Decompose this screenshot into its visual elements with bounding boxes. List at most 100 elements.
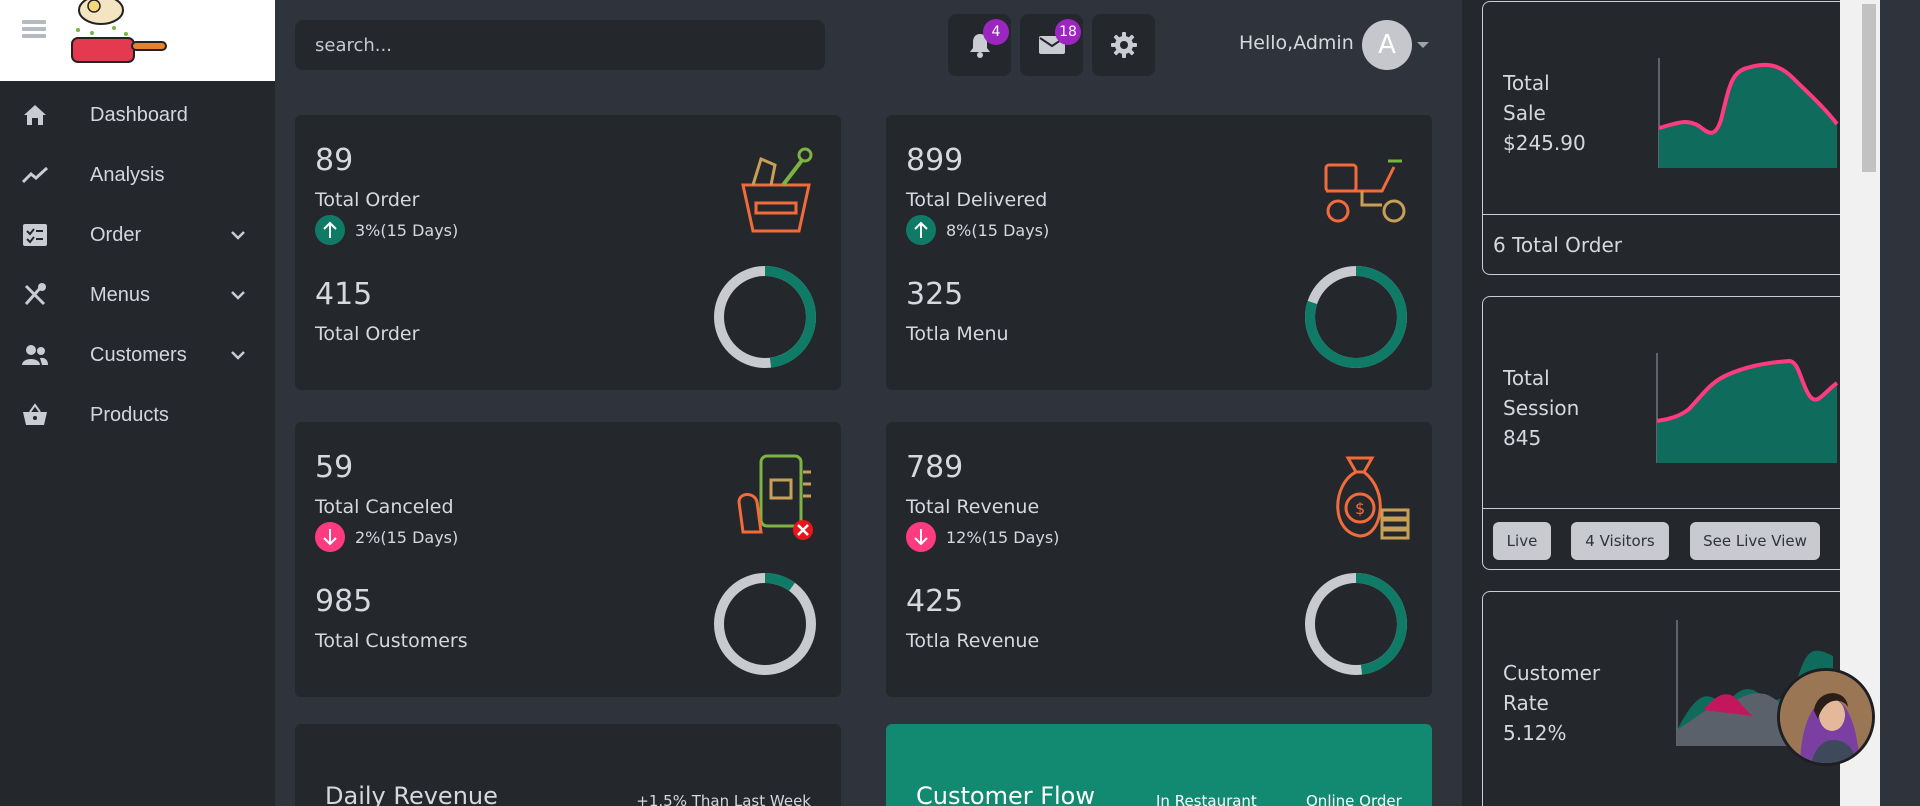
gear-icon bbox=[1110, 32, 1137, 58]
sidebar-item-order[interactable]: Order bbox=[0, 205, 275, 265]
sidebar-item-dashboard[interactable]: Dashboard bbox=[0, 85, 275, 145]
sale-footer: 6 Total Order bbox=[1483, 214, 1858, 274]
sidebar-item-label: Customers bbox=[90, 343, 187, 366]
stat-value-secondary: 425 bbox=[906, 584, 964, 619]
tab-in-restaurant[interactable]: In Restaurant bbox=[1156, 792, 1257, 806]
sidebar-item-label: Order bbox=[90, 223, 142, 246]
users-icon bbox=[20, 340, 50, 370]
messages-badge: 18 bbox=[1055, 19, 1081, 45]
logo-bar bbox=[0, 0, 275, 81]
sale-sparkline bbox=[1658, 58, 1839, 168]
scrollbar-thumb[interactable] bbox=[1862, 4, 1876, 172]
chevron-down-icon[interactable] bbox=[230, 230, 246, 240]
caret-down-icon[interactable] bbox=[1417, 42, 1429, 48]
search-input[interactable] bbox=[315, 34, 805, 56]
card-title: Customer Flow bbox=[916, 782, 1095, 806]
stat-card-total-revenue: 789 Total Revenue 12%(15 Days) 425 Totla… bbox=[886, 422, 1432, 697]
chevron-down-icon[interactable] bbox=[230, 350, 246, 360]
stat-value: 59 bbox=[315, 450, 354, 485]
stat-label: Total Delivered bbox=[906, 189, 1048, 211]
chevron-down-icon[interactable] bbox=[230, 290, 246, 300]
stat-value: 789 bbox=[906, 450, 964, 485]
stat-label-secondary: Totla Menu bbox=[906, 323, 1009, 345]
session-footer: Live 4 Visitors See Live View bbox=[1483, 508, 1858, 570]
customer-rate-value: 5.12% bbox=[1503, 721, 1567, 745]
trend-indicator: 8%(15 Days) bbox=[906, 215, 1049, 245]
donut-chart bbox=[714, 573, 816, 675]
daily-revenue-card: Daily Revenue +1.5% Than Last Week bbox=[295, 724, 841, 806]
total-sale-card: Total Sale $245.90 6 Total Order bbox=[1482, 1, 1859, 275]
canceled-order-phone-icon bbox=[737, 454, 813, 540]
sale-title: Total Sale $245.90 bbox=[1503, 68, 1586, 158]
greeting-text: Hello,Admin bbox=[1239, 32, 1354, 54]
trend-text: 2%(15 Days) bbox=[355, 527, 459, 547]
svg-text:$: $ bbox=[1355, 499, 1365, 518]
stat-card-total-canceled: 59 Total Canceled 2%(15 Days) 985 Total … bbox=[295, 422, 841, 697]
total-session-card: Total Session 845 Live 4 Visitors See Li… bbox=[1482, 296, 1859, 570]
customer-flow-card: Customer Flow In Restaurant Online Order bbox=[886, 724, 1432, 806]
sidebar-item-label: Menus bbox=[90, 283, 151, 306]
basket-icon bbox=[20, 400, 50, 430]
notifications-button[interactable]: 4 bbox=[948, 14, 1011, 76]
menu-toggle-icon[interactable] bbox=[22, 20, 46, 40]
arrow-down-icon bbox=[315, 522, 345, 552]
session-value: 845 bbox=[1503, 426, 1542, 450]
donut-chart bbox=[714, 266, 816, 368]
stat-card-total-order: 89 Total Order 3%(15 Days) 415 Total Ord… bbox=[295, 115, 841, 390]
trend-text: 12%(15 Days) bbox=[946, 527, 1060, 547]
sidebar-nav: Dashboard Analysis Order Menus Customers… bbox=[0, 81, 275, 445]
stat-label: Total Order bbox=[315, 189, 420, 211]
live-button[interactable]: Live bbox=[1493, 522, 1551, 560]
search-box bbox=[295, 20, 825, 70]
food-basket-icon bbox=[741, 147, 813, 233]
stat-label: Total Canceled bbox=[315, 496, 454, 518]
settings-button[interactable] bbox=[1092, 14, 1155, 76]
stat-value: 89 bbox=[315, 143, 354, 178]
sidebar-item-analysis[interactable]: Analysis bbox=[0, 145, 275, 205]
session-sparkline bbox=[1656, 353, 1839, 463]
trend-indicator: 2%(15 Days) bbox=[315, 522, 458, 552]
stat-value-secondary: 325 bbox=[906, 277, 964, 312]
sidebar-item-label: Analysis bbox=[90, 163, 165, 186]
trend-text: 3%(15 Days) bbox=[355, 220, 459, 240]
see-live-view-button[interactable]: See Live View bbox=[1690, 522, 1820, 560]
stat-label-secondary: Total Customers bbox=[315, 630, 468, 652]
avatar[interactable]: A bbox=[1362, 20, 1412, 70]
trend-indicator: 12%(15 Days) bbox=[906, 522, 1059, 552]
card-title: Daily Revenue bbox=[325, 782, 498, 806]
home-icon bbox=[20, 100, 50, 130]
arrow-up-icon bbox=[315, 215, 345, 245]
sidebar-item-label: Dashboard bbox=[90, 103, 188, 126]
sidebar-item-customers[interactable]: Customers bbox=[0, 325, 275, 385]
total-order-count: 6 Total Order bbox=[1493, 233, 1622, 257]
arrow-down-icon bbox=[906, 522, 936, 552]
donut-chart bbox=[1305, 266, 1407, 368]
utensils-icon bbox=[20, 280, 50, 310]
trend-indicator: 3%(15 Days) bbox=[315, 215, 458, 245]
stat-label-secondary: Totla Revenue bbox=[906, 630, 1040, 652]
stat-label-secondary: Total Order bbox=[315, 323, 420, 345]
sidebar-item-products[interactable]: Products bbox=[0, 385, 275, 445]
sidebar-item-label: Products bbox=[90, 403, 169, 426]
sidebar: Dashboard Analysis Order Menus Customers… bbox=[0, 0, 275, 806]
stat-value-secondary: 985 bbox=[315, 584, 373, 619]
stat-card-total-delivered: 899 Total Delivered 8%(15 Days) 325 Totl… bbox=[886, 115, 1432, 390]
visitors-button[interactable]: 4 Visitors bbox=[1571, 522, 1669, 560]
arrow-up-icon bbox=[906, 215, 936, 245]
trend-text: 8%(15 Days) bbox=[946, 220, 1050, 240]
money-bag-icon: $ bbox=[1336, 456, 1410, 540]
sale-value: $245.90 bbox=[1503, 131, 1586, 155]
order-check-icon bbox=[20, 220, 50, 250]
messages-button[interactable]: 18 bbox=[1020, 14, 1083, 76]
stat-value: 899 bbox=[906, 143, 964, 178]
stat-value-secondary: 415 bbox=[315, 277, 373, 312]
logo-icon bbox=[71, 0, 167, 63]
sidebar-item-menus[interactable]: Menus bbox=[0, 265, 275, 325]
card-subtitle: +1.5% Than Last Week bbox=[636, 792, 811, 806]
delivery-scooter-icon bbox=[1324, 159, 1406, 223]
trend-line-icon bbox=[20, 160, 50, 190]
chat-avatar[interactable] bbox=[1777, 668, 1875, 766]
tab-online-order[interactable]: Online Order bbox=[1306, 792, 1402, 806]
session-title: Total Session 845 bbox=[1503, 363, 1579, 453]
customer-rate-title: Customer Rate 5.12% bbox=[1503, 658, 1600, 748]
